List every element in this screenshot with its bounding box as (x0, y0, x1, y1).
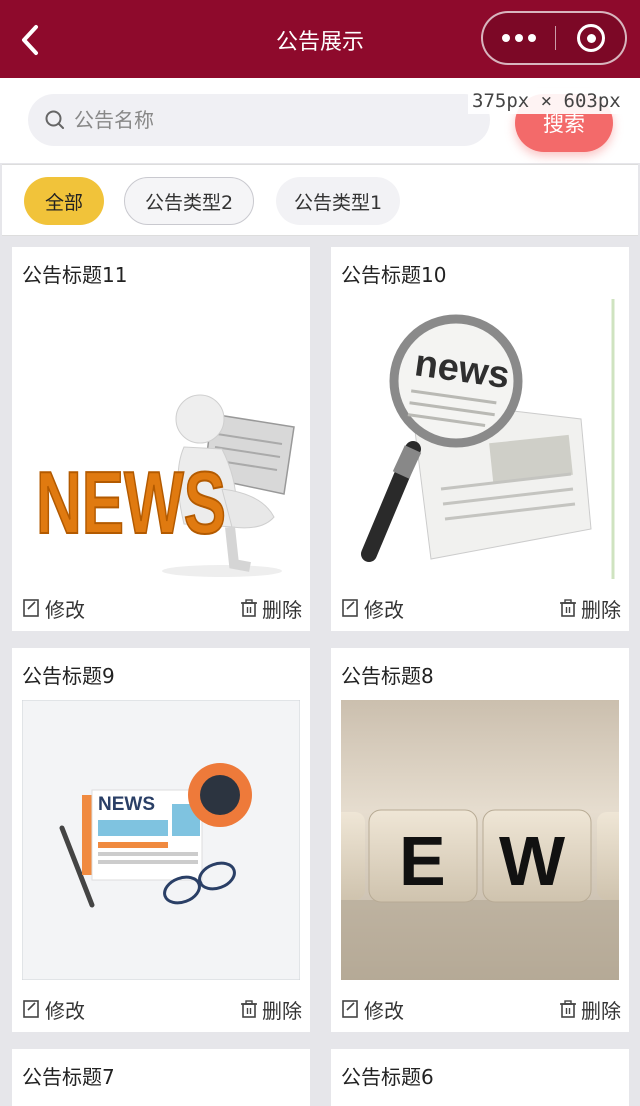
announcement-card[interactable]: 公告标题10 news 修改 删除 (331, 247, 629, 631)
search-box[interactable] (28, 94, 490, 146)
filter-chip-all[interactable]: 全部 (24, 177, 104, 225)
search-bar: 搜索 375px × 603px (0, 78, 640, 163)
edit-label: 修改 (364, 597, 404, 622)
delete-button[interactable]: 删除 (239, 994, 302, 1024)
card-image-letter-blocks[interactable]: E W (341, 700, 619, 980)
filter-bar: 全部 公告类型2 公告类型1 (2, 164, 638, 236)
announcement-card[interactable]: 公告标题9 NEWS 修改 删除 (12, 648, 310, 1032)
block-letter-e: E (399, 822, 446, 900)
card-title: 公告标题10 (341, 263, 447, 287)
close-button[interactable] (556, 13, 626, 63)
edit-label: 修改 (45, 597, 85, 622)
filter-chip-type2[interactable]: 公告类型2 (124, 177, 254, 225)
edit-button[interactable]: 修改 (341, 994, 404, 1024)
delete-label: 删除 (262, 998, 302, 1023)
search-input[interactable] (74, 94, 474, 146)
edit-button[interactable]: 修改 (22, 593, 85, 623)
edit-button[interactable]: 修改 (22, 994, 85, 1024)
edit-label: 修改 (45, 998, 85, 1023)
back-button[interactable] (10, 20, 50, 60)
card-title: 公告标题9 (22, 664, 115, 688)
card-image-magnifier[interactable]: news (341, 299, 619, 579)
announcement-card[interactable]: 公告标题11 NEWS 修改 删除 (12, 247, 310, 631)
filter-chip-type1[interactable]: 公告类型1 (276, 177, 400, 225)
card-image-text: NEWS (36, 453, 226, 552)
edit-label: 修改 (364, 998, 404, 1023)
announcement-card[interactable]: 公告标题8 E W 修改 删除 (331, 648, 629, 1032)
delete-button[interactable]: 删除 (558, 593, 621, 623)
card-title: 公告标题8 (341, 664, 434, 688)
delete-button[interactable]: 删除 (558, 994, 621, 1024)
edit-button[interactable]: 修改 (341, 593, 404, 623)
chevron-left-icon (22, 25, 38, 55)
target-circle-icon (577, 24, 605, 52)
mini-program-capsule (481, 11, 627, 65)
edit-icon (23, 599, 39, 617)
edit-icon (342, 1000, 358, 1018)
edit-icon (23, 1000, 39, 1018)
trash-icon (241, 599, 257, 617)
announcement-card[interactable]: 公告标题7 (12, 1049, 310, 1106)
block-letter-w: W (499, 822, 565, 900)
size-overlay-label: 375px × 603px (468, 88, 625, 114)
trash-icon (560, 1000, 576, 1018)
delete-label: 删除 (581, 597, 621, 622)
trash-icon (560, 599, 576, 617)
trash-icon (241, 1000, 257, 1018)
announcement-card[interactable]: 公告标题6 (331, 1049, 629, 1106)
more-button[interactable] (483, 13, 555, 63)
delete-label: 删除 (581, 998, 621, 1023)
search-icon (45, 110, 64, 129)
delete-button[interactable]: 删除 (239, 593, 302, 623)
more-dots-icon (502, 34, 510, 42)
card-image-news-figure[interactable]: NEWS (22, 299, 300, 579)
delete-label: 删除 (262, 597, 302, 622)
edit-icon (342, 599, 358, 617)
card-title: 公告标题11 (22, 263, 128, 287)
nav-header: 公告展示 (0, 0, 640, 78)
card-title: 公告标题6 (341, 1065, 434, 1089)
card-image-flat-news[interactable]: NEWS (22, 700, 300, 980)
card-title: 公告标题7 (22, 1065, 115, 1089)
card-image-text: NEWS (98, 794, 155, 815)
